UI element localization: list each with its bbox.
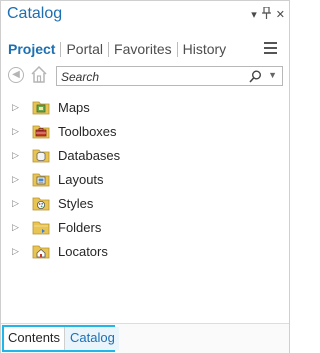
expand-arrow-icon[interactable]: ▷ [12, 150, 19, 161]
pane-title: Catalog [7, 5, 63, 22]
expand-arrow-icon[interactable]: ▷ [12, 246, 19, 257]
search-icon[interactable] [249, 70, 262, 83]
tree-item-label: Styles [58, 196, 94, 211]
tree-item-label: Layouts [58, 172, 104, 187]
search-options-dropdown-icon[interactable]: ▼ [268, 70, 277, 80]
layout-folder-icon [32, 171, 50, 187]
bottom-tab-catalog[interactable]: Catalog [65, 327, 119, 350]
expand-arrow-icon[interactable]: ▷ [12, 222, 19, 233]
tree-item-folders[interactable]: ▷ Folders [1, 217, 289, 241]
dropdown-icon[interactable]: ▾ [251, 9, 257, 21]
expand-arrow-icon[interactable]: ▷ [12, 126, 19, 137]
tree-item-databases[interactable]: ▷ Databases [1, 145, 289, 169]
back-icon[interactable]: ◀ [8, 67, 24, 83]
home-icon[interactable] [31, 65, 47, 83]
locator-folder-icon [32, 243, 50, 259]
tree-item-label: Locators [58, 244, 108, 259]
close-icon[interactable]: ✕ [276, 9, 285, 21]
tree-item-label: Maps [58, 100, 90, 115]
search-box[interactable]: Search ▼ [56, 66, 283, 86]
style-folder-icon [32, 195, 50, 211]
bottom-tab-strip: Contents Catalog [1, 323, 289, 353]
tree-item-locators[interactable]: ▷ Locators [1, 241, 289, 265]
tree-item-maps[interactable]: ▷ Maps [1, 97, 289, 121]
catalog-tree: ▷ Maps ▷ Toolboxes ▷ Databases ▷ Layouts… [1, 97, 289, 265]
expand-arrow-icon[interactable]: ▷ [12, 174, 19, 185]
tab-history[interactable]: History [178, 41, 232, 57]
tree-item-label: Folders [58, 220, 102, 235]
tab-favorites[interactable]: Favorites [109, 41, 177, 57]
bottom-tabs-highlight: Contents Catalog [2, 325, 119, 352]
expand-arrow-icon[interactable]: ▷ [12, 102, 19, 113]
pane-controls: ▾ ✕ [251, 6, 285, 22]
tab-portal[interactable]: Portal [61, 41, 108, 57]
menu-icon[interactable] [264, 42, 277, 54]
search-input[interactable]: Search [61, 70, 99, 84]
tree-item-label: Toolboxes [58, 124, 117, 139]
database-folder-icon [32, 147, 50, 163]
catalog-tabs: Project Portal Favorites History [8, 39, 231, 59]
folder-icon [32, 219, 50, 235]
tree-item-toolboxes[interactable]: ▷ Toolboxes [1, 121, 289, 145]
bottom-tab-contents[interactable]: Contents [4, 327, 66, 350]
tree-item-layouts[interactable]: ▷ Layouts [1, 169, 289, 193]
tree-item-label: Databases [58, 148, 121, 163]
expand-arrow-icon[interactable]: ▷ [12, 198, 19, 209]
tree-item-styles[interactable]: ▷ Styles [1, 193, 289, 217]
pane-title-bar: Catalog ▾ ✕ [1, 1, 289, 31]
tab-project[interactable]: Project [8, 41, 60, 57]
toolbox-folder-icon [32, 123, 50, 139]
catalog-pane: Catalog ▾ ✕ Project Portal Favorites His… [0, 0, 290, 353]
pin-icon[interactable] [261, 6, 271, 22]
maps-folder-icon [32, 99, 50, 115]
